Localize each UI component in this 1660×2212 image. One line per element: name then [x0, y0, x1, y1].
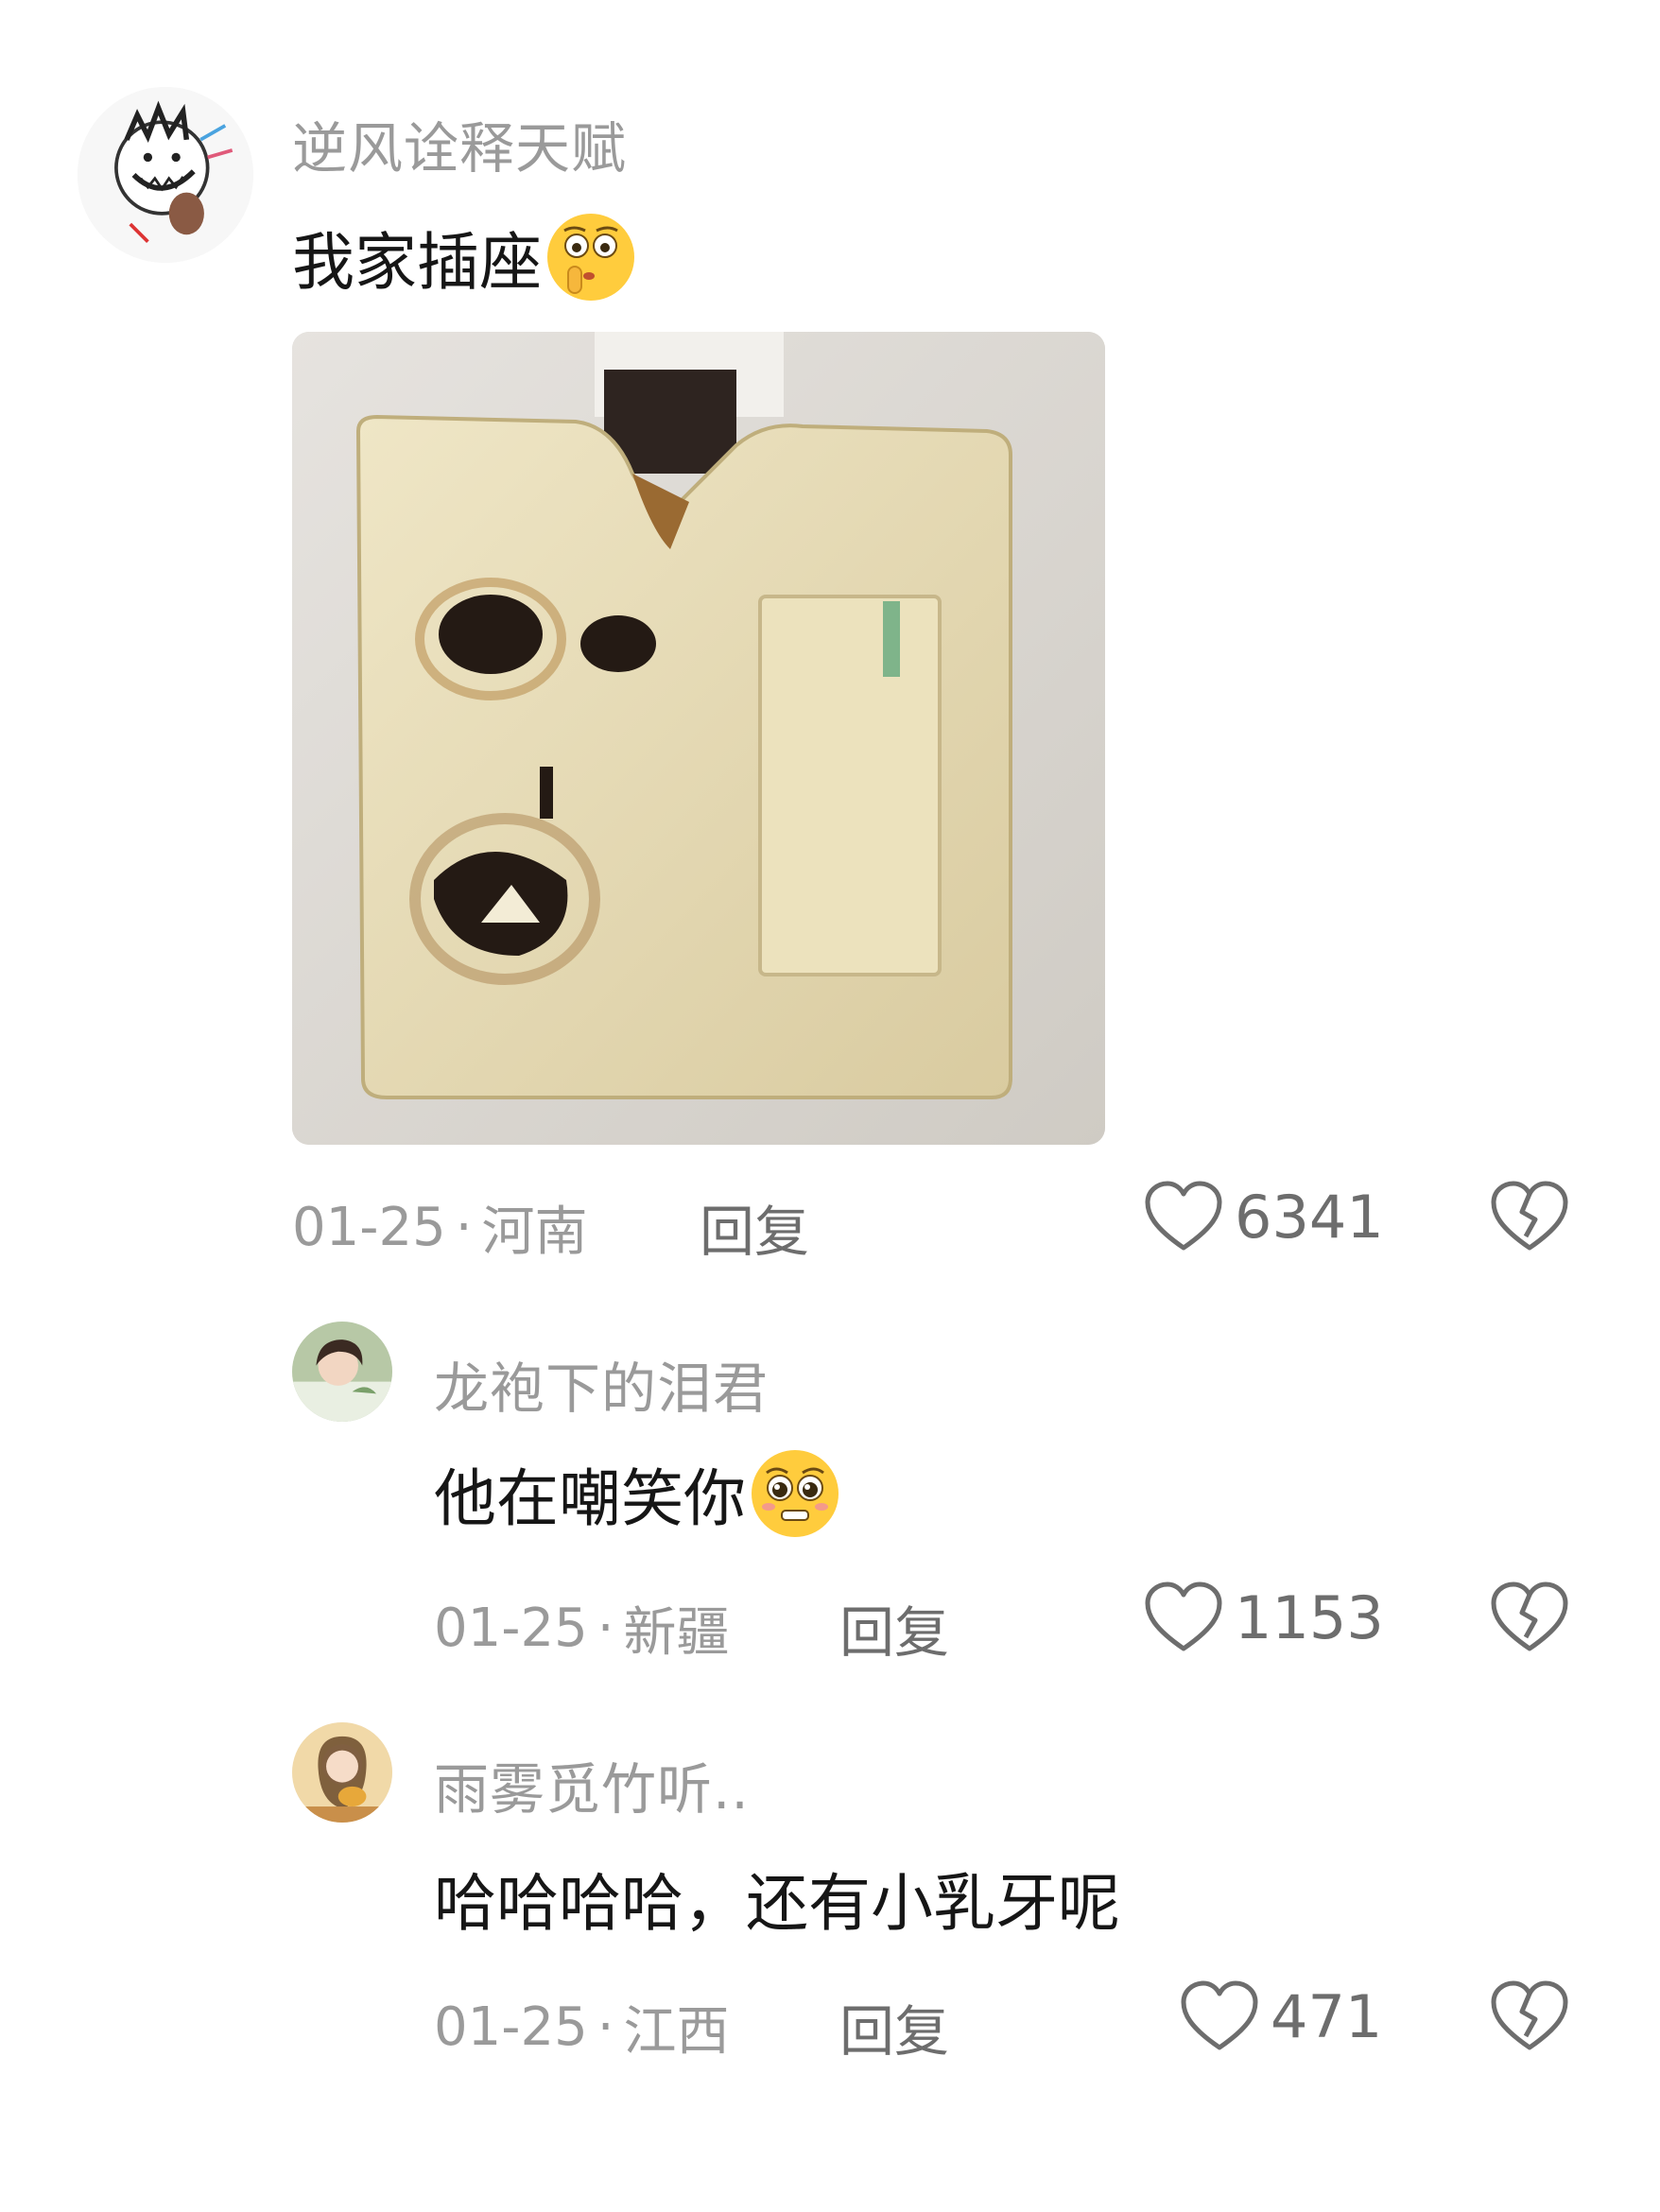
comment-text-content: 他在嘲笑你 [434, 1462, 746, 1535]
username[interactable]: 龙袍下的泪君 [434, 1344, 769, 1424]
avatar-cartoon-icon [78, 87, 253, 263]
like-count: 1153 [1235, 1582, 1384, 1652]
comment-text: 他在嘲笑你 [434, 1446, 842, 1541]
comment-text: 哈哈哈哈，还有小乳牙呢 [434, 1853, 1120, 1944]
comment-meta: 01-25 · 新疆 [434, 1590, 730, 1667]
pleading-face-emoji [748, 1446, 842, 1541]
avatar[interactable] [78, 87, 253, 263]
like-button[interactable]: 471 [1180, 1979, 1382, 2053]
avatar[interactable] [292, 1322, 392, 1422]
heart-outline-icon [1181, 1980, 1258, 2050]
reply-button[interactable]: 回复 [700, 1187, 809, 1267]
meta-separator: · [455, 1197, 473, 1258]
comment-meta: 01-25 · 河南 [292, 1189, 588, 1266]
dislike-button[interactable] [1490, 1180, 1569, 1253]
like-count: 6341 [1235, 1182, 1384, 1252]
meta-separator: · [597, 1996, 614, 2058]
dislike-button[interactable] [1490, 1581, 1569, 1654]
comment-location: 新疆 [623, 1602, 730, 1664]
username[interactable]: 雨雾觅竹听.. [434, 1745, 750, 1824]
meta-separator: · [597, 1598, 614, 1659]
comment-text: 我家插座 [292, 210, 638, 304]
comment-text-content: 我家插座 [292, 226, 542, 299]
comment-meta: 01-25 · 江西 [434, 1989, 730, 2065]
avatar-photo-icon [292, 1722, 392, 1823]
avatar[interactable] [292, 1722, 392, 1823]
heart-outline-icon [1145, 1581, 1222, 1651]
avatar-photo-icon [292, 1322, 392, 1422]
comment-date: 01-25 [292, 1197, 446, 1258]
reply-button[interactable]: 回复 [839, 1987, 949, 2066]
shushing-face-emoji [544, 210, 638, 304]
broken-heart-icon [1491, 1581, 1568, 1651]
broken-heart-icon [1491, 1980, 1568, 2050]
reply-button[interactable]: 回复 [839, 1588, 949, 1668]
like-count: 471 [1271, 1981, 1383, 2051]
username[interactable]: 逆风诠释天赋 [292, 104, 627, 183]
comment-date: 01-25 [434, 1598, 588, 1659]
comment-location: 江西 [623, 2001, 730, 2063]
like-button[interactable]: 6341 [1144, 1180, 1384, 1253]
comment-date: 01-25 [434, 1996, 588, 2058]
burned-wall-socket-photo[interactable] [292, 332, 1105, 1145]
comment-text-content: 哈哈哈哈，还有小乳牙呢 [434, 1867, 1120, 1940]
broken-heart-icon [1491, 1181, 1568, 1251]
heart-outline-icon [1145, 1181, 1222, 1251]
like-button[interactable]: 1153 [1144, 1581, 1384, 1654]
comment-location: 河南 [481, 1201, 588, 1263]
dislike-button[interactable] [1490, 1979, 1569, 2053]
